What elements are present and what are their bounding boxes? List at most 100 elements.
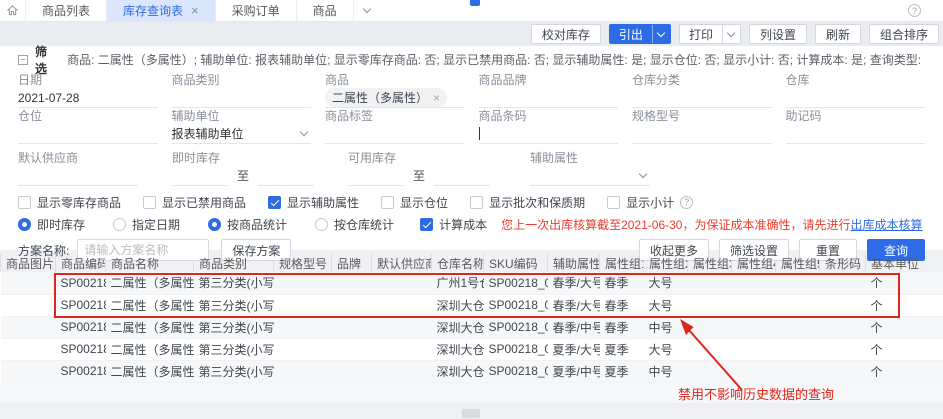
table-cell: 夏季 <box>600 338 644 360</box>
table-row[interactable]: SP00218 二属性（多属性） 第三分类(小写) 深圳大仓 SP00218_0… <box>1 338 943 360</box>
product-tag-input[interactable] <box>325 124 465 144</box>
help-icon[interactable]: ? <box>908 4 921 17</box>
query-type-radio[interactable]: 按仓库统计 <box>315 216 394 233</box>
display-option-checkbox[interactable]: 显示批次和保质期 <box>470 194 585 211</box>
table-cell <box>372 360 432 382</box>
mnemonic-input[interactable] <box>786 124 926 144</box>
product-tag[interactable]: 二属性（多属性） × <box>325 88 447 107</box>
column-header[interactable]: 属性组4 <box>732 254 776 272</box>
export-dropdown-button[interactable] <box>652 25 670 43</box>
aux-attr-select[interactable] <box>530 166 650 186</box>
column-header[interactable]: 属性组1 <box>600 254 644 272</box>
cost-calc-link[interactable]: 出库成本核算 <box>850 216 922 233</box>
remove-tag-icon[interactable]: × <box>433 91 440 105</box>
table-row[interactable]: SP00218 二属性（多属性） 第三分类(小写) 广州1号仓 SP00218_… <box>1 272 943 294</box>
display-option-checkbox[interactable]: 显示已禁用商品 <box>143 194 246 211</box>
compute-cost-checkbox[interactable]: 计算成本 <box>420 216 487 233</box>
default-supplier-input[interactable] <box>18 166 138 186</box>
date-input[interactable]: 2021-07-28 <box>18 88 158 108</box>
field-bin: 仓位 <box>18 108 158 144</box>
warehouse-category-input[interactable] <box>632 88 772 108</box>
refresh-button[interactable]: 刷新 <box>815 24 861 44</box>
column-header[interactable]: 属性组5 <box>776 254 820 272</box>
instant-stock-to-input[interactable] <box>258 166 314 186</box>
column-header[interactable]: 仓库名称 <box>432 254 484 272</box>
column-header[interactable]: 商品图片 <box>1 254 56 272</box>
export-button[interactable]: 引出 <box>610 25 652 43</box>
spec-input[interactable] <box>632 124 772 144</box>
field-label: 可用库存 <box>348 150 490 166</box>
column-header[interactable]: 商品编码 <box>56 254 106 272</box>
aux-unit-select[interactable]: 报表辅助单位 <box>172 124 312 144</box>
tab-label: 采购订单 <box>232 2 280 19</box>
table-cell: 广州1号仓 <box>432 272 484 294</box>
query-type-radio[interactable]: 即时库存 <box>18 216 85 233</box>
table-cell <box>688 272 732 294</box>
filter-panel: 筛选 商品: 二属性（多属性）; 辅助单位: 报表辅助单位; 显示零库存商品: … <box>0 46 943 250</box>
instant-stock-from-input[interactable] <box>172 166 228 186</box>
range-to-label: 至 <box>413 166 425 186</box>
table-row[interactable]: SP00218 二属性（多属性） 第三分类(小写) 深圳大仓 SP00218_0… <box>1 294 943 316</box>
display-option-checkbox[interactable]: 显示零库存商品 <box>18 194 121 211</box>
table-cell <box>372 272 432 294</box>
bottom-strip <box>0 403 943 419</box>
column-settings-button[interactable]: 列设置 <box>749 24 807 44</box>
table-cell <box>332 272 372 294</box>
product-input[interactable]: 二属性（多属性） × <box>325 88 465 108</box>
field-label: 商品条码 <box>479 108 619 124</box>
table-cell: 个 <box>866 272 943 294</box>
table-cell: 中号 <box>644 360 688 382</box>
combo-sort-button[interactable]: 组合排序 <box>869 24 939 44</box>
warehouse-input[interactable] <box>786 88 926 108</box>
tabs-overflow-dropdown[interactable] <box>354 0 380 21</box>
table-cell <box>372 338 432 360</box>
column-header[interactable]: SKU编码 <box>484 254 548 272</box>
close-tab-icon[interactable]: × <box>191 4 199 17</box>
available-stock-to-input[interactable] <box>434 166 490 186</box>
table-cell <box>688 294 732 316</box>
bin-input[interactable] <box>18 124 158 144</box>
checkbox-label: 显示批次和保质期 <box>489 194 585 211</box>
barcode-input[interactable] <box>479 124 619 144</box>
table-cell: 大号 <box>644 294 688 316</box>
column-header[interactable]: 属性组3 <box>688 254 732 272</box>
display-option-checkbox[interactable]: 显示小计 ? <box>607 194 693 211</box>
aux-unit-value: 报表辅助单位 <box>172 125 244 142</box>
tab-product[interactable]: 商品 <box>297 0 354 21</box>
field-label: 仓库 <box>786 72 926 88</box>
table-row[interactable]: SP00218 二属性（多属性） 第三分类(小写) 深圳大仓 SP00218_0… <box>1 360 943 382</box>
column-header[interactable]: 规格型号 <box>274 254 332 272</box>
table-cell: SP00218_004 <box>484 360 548 382</box>
radio-icon <box>315 218 328 231</box>
check-stock-button[interactable]: 校对库存 <box>531 24 601 44</box>
available-stock-from-input[interactable] <box>348 166 404 186</box>
column-header[interactable]: 条形码 <box>820 254 866 272</box>
column-header[interactable]: 基本单位 <box>866 254 943 272</box>
table-row[interactable]: SP00218 二属性（多属性） 第三分类(小写) 深圳大仓 SP00218_0… <box>1 316 943 338</box>
home-icon[interactable] <box>0 0 26 21</box>
field-label: 即时库存 <box>172 150 314 166</box>
tab-inventory-query[interactable]: 库存查询表 × <box>107 0 216 21</box>
query-type-radio[interactable]: 指定日期 <box>113 216 180 233</box>
tab-purchase-order[interactable]: 采购订单 <box>216 0 297 21</box>
column-header[interactable]: 默认供应商 <box>372 254 432 272</box>
brand-input[interactable] <box>479 88 619 108</box>
collapse-filter-icon[interactable] <box>18 55 28 65</box>
column-header[interactable]: 属性组2 <box>644 254 688 272</box>
pagination-handle[interactable] <box>462 409 480 418</box>
print-button[interactable]: 打印 <box>680 25 722 43</box>
print-split-button: 打印 <box>679 24 741 44</box>
display-option-checkbox[interactable]: 显示辅助属性 <box>268 194 359 211</box>
product-category-input[interactable] <box>172 88 312 108</box>
field-date: 日期 2021-07-28 <box>18 72 158 108</box>
column-header[interactable]: 品牌 <box>332 254 372 272</box>
display-option-checkbox[interactable]: 显示仓位 <box>381 194 448 211</box>
table-cell: 深圳大仓 <box>432 316 484 338</box>
help-icon[interactable]: ? <box>680 196 693 209</box>
query-type-radio[interactable]: 按商品统计 <box>208 216 287 233</box>
tab-product-list[interactable]: 商品列表 <box>26 0 107 21</box>
print-dropdown-button[interactable] <box>722 25 740 43</box>
column-header[interactable]: 辅助属性 <box>548 254 600 272</box>
table-cell: 二属性（多属性） <box>106 360 194 382</box>
field-product-tag: 商品标签 <box>325 108 465 144</box>
